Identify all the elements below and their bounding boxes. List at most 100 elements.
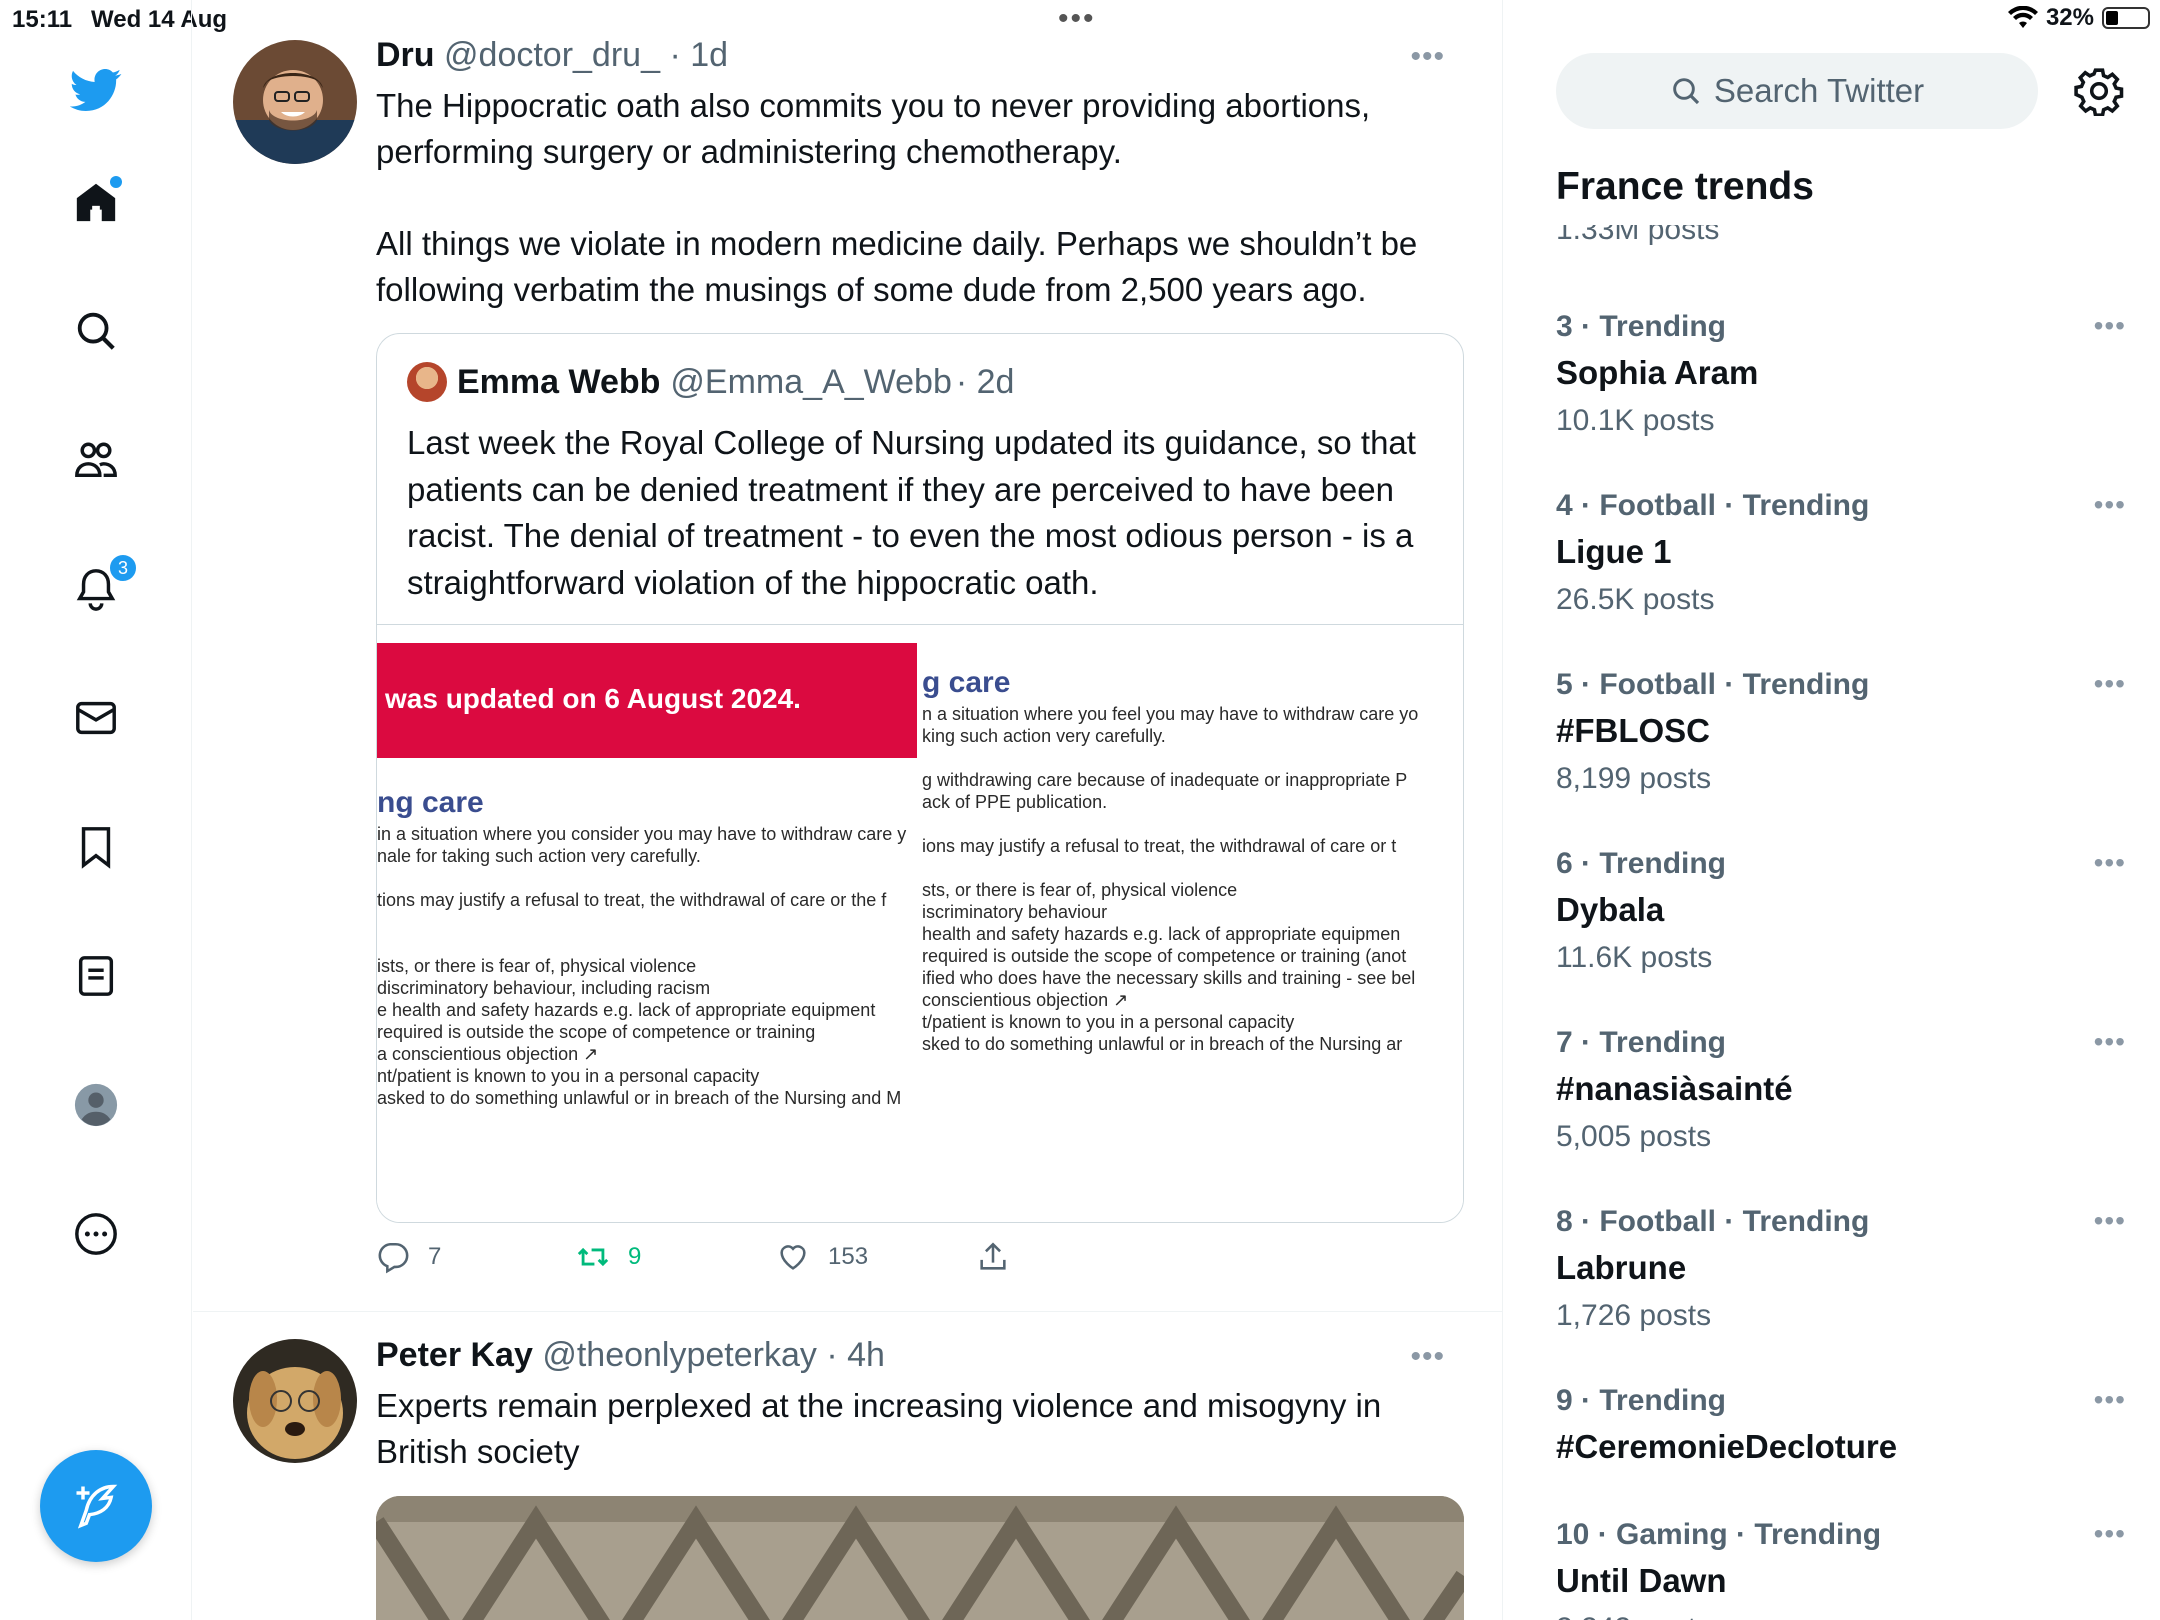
media-line: ions may justify a refusal to treat, the… xyxy=(922,836,1397,856)
tweet-header: Dru @doctor_dru_ · 1d xyxy=(376,36,728,75)
reply-button[interactable]: 7 xyxy=(376,1240,441,1274)
tweet-age[interactable]: · 1d xyxy=(669,36,728,74)
trend-item[interactable]: 7 · Trending #nanasiàsainté 5,005 posts ••• xyxy=(1556,1026,2136,1154)
settings-gear-icon[interactable] xyxy=(2074,66,2124,116)
quote-author-name[interactable]: Emma Webb xyxy=(457,363,660,402)
retweet-button[interactable]: 9 xyxy=(576,1240,641,1274)
retweet-icon xyxy=(577,1247,609,1267)
media-line xyxy=(922,813,1463,835)
trend-more-button[interactable]: ••• xyxy=(2094,1026,2126,1058)
quote-author-handle[interactable]: @Emma_A_Webb xyxy=(670,363,951,402)
tweet-more-button[interactable]: ••• xyxy=(1410,1340,1445,1374)
tweet-age[interactable]: · 4h xyxy=(826,1336,885,1374)
reply-count: 7 xyxy=(428,1243,442,1270)
tweet-photo[interactable] xyxy=(376,1496,1464,1620)
author-name[interactable]: Peter Kay xyxy=(376,1336,533,1374)
trend-item[interactable]: 4 · Football · Trending Ligue 1 26.5K post… xyxy=(1556,489,2136,617)
search-placeholder: Search Twitter xyxy=(1713,72,1925,109)
like-button[interactable]: 153 xyxy=(776,1240,868,1274)
media-line xyxy=(377,867,917,889)
trend-count: 2,242 posts xyxy=(1556,1612,2136,1620)
trend-more-button[interactable]: ••• xyxy=(2094,1518,2126,1550)
media-heading: ng care xyxy=(377,786,484,819)
media-line xyxy=(922,857,1463,879)
tweet-paragraph: All things we violate in modern medicine… xyxy=(376,225,1418,308)
media-line xyxy=(377,933,917,955)
trend-item[interactable]: 6 · Trending Dybala 11.6K posts ••• xyxy=(1556,847,2136,975)
media-document-right: g care n a situation where you feel you … xyxy=(922,663,1463,1055)
tweet-paragraph: Experts remain perplexed at the increasi… xyxy=(376,1387,1382,1470)
notifications-bell-icon[interactable]: 3 xyxy=(70,553,138,615)
compose-tweet-button[interactable] xyxy=(40,1450,152,1562)
avatar[interactable] xyxy=(233,1339,357,1463)
trend-more-button[interactable]: ••• xyxy=(2094,310,2126,342)
media-document-left: ng care in a situation where you conside… xyxy=(377,783,917,1109)
avatar[interactable] xyxy=(233,40,357,164)
trend-topic: Until Dawn xyxy=(1556,1562,1727,1599)
trend-more-button[interactable]: ••• xyxy=(2094,1205,2126,1237)
search-input[interactable]: Search Twitter xyxy=(1556,53,2038,129)
media-line: e health and safety hazards e.g. lack of… xyxy=(377,1000,876,1020)
trend-count: 10.1K posts xyxy=(1556,404,1715,437)
media-line: asked to do something unlawful or in bre… xyxy=(377,1088,902,1108)
explore-search-icon[interactable] xyxy=(70,305,122,357)
tweet-header: Peter Kay @theonlypeterkay · 4h xyxy=(376,1336,885,1375)
quote-avatar[interactable] xyxy=(407,362,447,402)
media-line: g withdrawing care because of inadequate… xyxy=(922,770,1408,790)
trend-topic: #CeremonieDecloture xyxy=(1556,1428,1898,1465)
like-count: 153 xyxy=(828,1243,869,1270)
share-button[interactable] xyxy=(976,1240,1010,1274)
share-icon xyxy=(980,1242,1006,1270)
tweet[interactable]: Dru @doctor_dru_ · 1d ••• The Hippocrati… xyxy=(193,0,1502,1312)
trend-count: 1,726 posts xyxy=(1556,1299,1712,1332)
media-line: a conscientious objection ↗ xyxy=(377,1044,599,1064)
media-line: iscriminatory behaviour xyxy=(922,902,1108,922)
trend-item[interactable]: 10 · Gaming · Trending Until Dawn 2,242 po… xyxy=(1556,1518,2136,1620)
communities-icon[interactable] xyxy=(70,434,122,486)
more-options-icon[interactable] xyxy=(70,1208,122,1260)
author-handle[interactable]: @theonlypeterkay xyxy=(542,1336,817,1374)
trend-more-button[interactable]: ••• xyxy=(2094,489,2126,521)
feather-plus-icon xyxy=(76,1484,118,1529)
trends-title: France trends xyxy=(1556,165,1814,208)
profile-avatar-icon[interactable] xyxy=(70,1079,122,1131)
quote-age: · 2d xyxy=(955,362,1015,401)
bookmarks-icon[interactable] xyxy=(70,821,122,873)
trend-more-button[interactable]: ••• xyxy=(2094,847,2126,879)
lists-icon[interactable] xyxy=(70,950,122,1002)
trend-meta: 8 · Football · Trending xyxy=(1556,1205,1870,1238)
quote-header: Emma Webb @Emma_A_Webb · 2d xyxy=(407,362,1014,402)
quote-media-image[interactable]: was updated on 6 August 2024. ng care in… xyxy=(377,624,1463,1222)
trend-item[interactable]: 8 · Football · Trending Labrune 1,726 post… xyxy=(1556,1205,2136,1333)
tweet-text: The Hippocratic oath also commits you to… xyxy=(376,83,1456,313)
timeline[interactable]: Dru @doctor_dru_ · 1d ••• The Hippocrati… xyxy=(193,0,1503,1620)
trend-item[interactable]: 3 · Trending Sophia Aram 10.1K posts ••• xyxy=(1556,310,2136,438)
quote-text: Last week the Royal College of Nursing u… xyxy=(407,424,1416,601)
media-line: nale for taking such action very careful… xyxy=(377,846,701,866)
trend-more-button[interactable]: ••• xyxy=(2094,1384,2126,1416)
media-line: sked to do something unlawful or in brea… xyxy=(922,1034,1403,1054)
home-icon[interactable] xyxy=(70,176,122,228)
trend-item[interactable]: 5 · Football · Trending #FBLOSC 8,199 post… xyxy=(1556,668,2136,796)
messages-envelope-icon[interactable] xyxy=(70,692,122,744)
trend-topic: Sophia Aram xyxy=(1556,354,1759,391)
heart-icon xyxy=(780,1245,806,1270)
media-line: health and safety hazards e.g. lack of a… xyxy=(922,924,1401,944)
tweet-more-button[interactable]: ••• xyxy=(1410,40,1445,74)
media-line: tions may justify a refusal to treat, th… xyxy=(377,890,887,910)
quoted-tweet[interactable]: Emma Webb @Emma_A_Webb · 2d Last week th… xyxy=(376,333,1464,1223)
author-name[interactable]: Dru xyxy=(376,36,435,74)
trend-more-button[interactable]: ••• xyxy=(2094,668,2126,700)
trend-topic: Labrune xyxy=(1556,1249,1687,1286)
trend-meta: 6 · Trending xyxy=(1556,847,1727,880)
twitter-bird-icon[interactable] xyxy=(70,64,122,116)
trend-topic: #FBLOSC xyxy=(1556,712,1711,749)
trend-meta: 5 · Football · Trending xyxy=(1556,668,1870,701)
trend-meta: 3 · Trending xyxy=(1556,310,1727,343)
trend-topic: Dybala xyxy=(1556,891,1665,928)
trend-count: 11.6K posts xyxy=(1556,941,1713,974)
media-line: required is outside the scope of compete… xyxy=(377,1022,816,1042)
trend-item[interactable]: 9 · Trending #CeremonieDecloture ••• xyxy=(1556,1384,2136,1466)
author-handle[interactable]: @doctor_dru_ xyxy=(444,36,660,74)
retweet-count: 9 xyxy=(628,1243,642,1270)
